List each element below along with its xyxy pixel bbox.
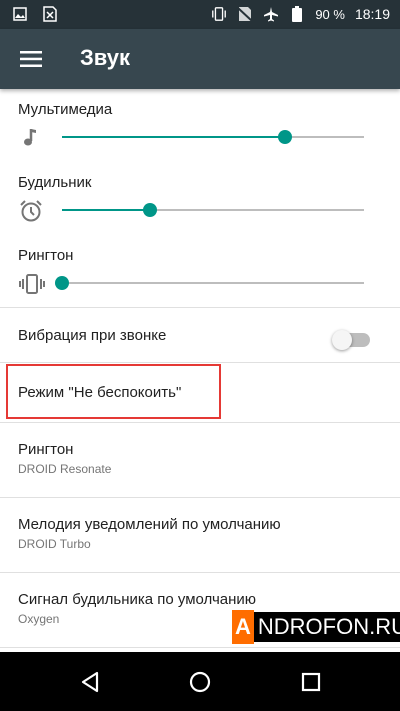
vibrate-icon [18,271,45,297]
ringtone-value: DROID Resonate [18,462,112,476]
volume-row-ringtone: Рингтон [0,235,400,308]
alarm-sound-title: Сигнал будильника по умолчанию [18,591,257,608]
navigation-bar [0,652,400,711]
notification-sound-title: Мелодия уведомлений по умолчанию [18,516,281,533]
highlight-box [6,364,221,419]
alarm-icon [18,198,44,224]
slider-fill [62,136,286,138]
image-icon [12,6,28,22]
sim-icon [42,6,58,22]
slider-thumb[interactable] [55,276,69,290]
notification-sound-value: DROID Turbo [18,537,91,551]
recents-button[interactable] [299,670,323,694]
ringtone-title: Рингтон [18,441,74,458]
battery-icon [289,6,305,22]
watermark-text: NDROFON.RU [253,612,400,642]
media-volume-slider[interactable] [62,130,364,144]
recents-icon [301,672,321,692]
volume-label: Мультимедиа [18,101,113,118]
toggle-knob [332,330,352,350]
alarm-sound-value: Oxygen [18,612,60,626]
vibration-on-ring-row[interactable]: Вибрация при звонке [0,309,400,363]
ringtone-volume-slider[interactable] [55,276,364,290]
app-bar: Звук [0,29,400,89]
no-sim-icon [237,6,253,22]
vibration-label: Вибрация при звонке [18,327,167,344]
home-icon [189,671,211,693]
menu-button[interactable] [16,46,46,72]
airplane-icon [263,6,279,22]
notification-sound-row[interactable]: Мелодия уведомлений по умолчанию DROID T… [0,498,400,573]
volume-label: Будильник [18,174,92,191]
slider-fill [62,209,150,211]
watermark-logo: A NDROFON.RU [232,608,400,646]
back-icon [81,671,99,693]
music-note-icon [18,125,44,151]
volume-row-media: Мультимедиа [0,89,400,162]
watermark-letter: A [232,610,254,644]
slider-thumb[interactable] [278,130,293,144]
status-bar: 90 % 18:19 [0,0,400,29]
vibration-toggle[interactable] [332,330,370,350]
hamburger-icon [20,51,42,67]
home-button[interactable] [188,670,212,694]
volume-label: Рингтон [18,247,74,264]
page-title: Звук [80,45,131,70]
ringtone-row[interactable]: Рингтон DROID Resonate [0,423,400,498]
clock: 18:19 [354,6,390,22]
battery-percent: 90 % [315,6,345,22]
slider-thumb[interactable] [142,203,157,217]
volume-row-alarm: Будильник [0,162,400,235]
alarm-volume-slider[interactable] [62,203,364,217]
vibrate-icon [211,6,227,22]
back-button[interactable] [78,670,102,694]
